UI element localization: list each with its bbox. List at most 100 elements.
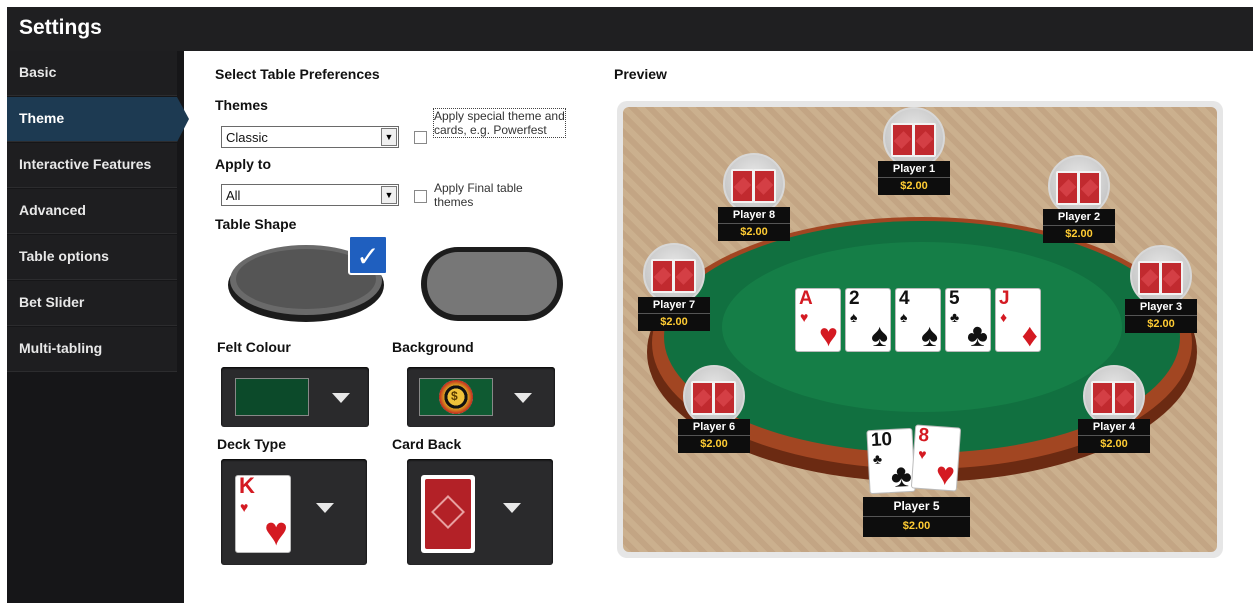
player-seat: Player 1 $2.00 (878, 107, 950, 207)
player-name: Player 7 (652, 299, 696, 311)
card-back-icon (1078, 171, 1101, 205)
player-seat: Player 2 $2.00 (1043, 155, 1115, 255)
final-table-checkbox[interactable] (414, 190, 427, 203)
player-seat: Player 6 $2.00 (678, 365, 750, 465)
player-stack: $2.00 (1125, 315, 1197, 332)
card-suit-small: ♥ (240, 499, 249, 515)
player-seat: Player 3 $2.00 (1125, 245, 1197, 345)
chevron-down-icon (332, 393, 350, 403)
card-suit-small: ♠ (850, 309, 858, 325)
preferences-heading: Select Table Preferences (215, 66, 380, 82)
card-back-icon (713, 381, 736, 415)
sidebar-item-interactive-features[interactable]: Interactive Features (7, 143, 177, 188)
sidebar-item-table-options[interactable]: Table options (7, 235, 177, 280)
card-rank: 10 (870, 428, 893, 452)
chevron-down-icon: ▼ (381, 186, 397, 204)
sidebar-item-theme[interactable]: Theme (7, 97, 189, 142)
table-preview: A ♥ ♥ 2 ♠ ♠ 4 ♠ ♠ 5 ♣ ♣ J ♦ ♦ 10 ♣ ♣ 8 ♥ ♥ Player 1 $2.00 Pla… (623, 107, 1217, 552)
card-suit-small: ♦ (1000, 309, 1008, 325)
card-suit-large: ♦ (1021, 317, 1038, 353)
board-card: 5 ♣ ♣ (945, 288, 991, 352)
chip-symbol: $ (451, 389, 458, 403)
sidebar-item-basic[interactable]: Basic (7, 51, 177, 96)
player-stack: $2.00 (863, 516, 970, 536)
card-back-icon (1160, 261, 1183, 295)
card-rank: 4 (899, 288, 910, 309)
card-suit-small: ♥ (800, 309, 809, 325)
player-stack: $2.00 (638, 313, 710, 330)
card-back-dropdown[interactable] (407, 459, 553, 565)
player-name: Player 3 (1139, 301, 1183, 313)
special-theme-checkbox[interactable] (414, 131, 427, 144)
table-preview-frame: A ♥ ♥ 2 ♠ ♠ 4 ♠ ♠ 5 ♣ ♣ J ♦ ♦ 10 ♣ ♣ 8 ♥ ♥ Player 1 $2.00 Pla… (617, 101, 1223, 558)
player-name: Player 1 (892, 163, 936, 175)
themes-label: Themes (215, 97, 268, 113)
card-suit-large: ♠ (871, 317, 888, 353)
player-plate: Player 1 $2.00 (878, 161, 950, 195)
card-back-icon (1138, 261, 1161, 295)
player-name: Player 6 (692, 421, 736, 433)
player-plate: Player 5 $2.00 (863, 497, 970, 537)
player-plate: Player 8 $2.00 (718, 207, 790, 241)
card-back-icon (673, 259, 696, 293)
card-back-icon (1113, 381, 1136, 415)
player-stack: $2.00 (718, 223, 790, 240)
player-plate: Player 4 $2.00 (1078, 419, 1150, 453)
board-card: 2 ♠ ♠ (845, 288, 891, 352)
player-stack: $2.00 (678, 435, 750, 452)
table-shape-rounded-option[interactable] (419, 241, 565, 325)
player-plate: Player 7 $2.00 (638, 297, 710, 331)
card-back-icon (891, 123, 914, 157)
felt-colour-dropdown[interactable] (221, 367, 369, 427)
player-seat: Player 8 $2.00 (718, 153, 790, 253)
card-rank: A (799, 288, 813, 309)
background-label: Background (392, 339, 474, 355)
card-suit-small: ♣ (872, 450, 883, 467)
card-suit-large: ♣ (967, 317, 988, 353)
card-rank: 5 (949, 288, 960, 309)
board-card: J ♦ ♦ (995, 288, 1041, 352)
player-plate: Player 2 $2.00 (1043, 209, 1115, 243)
window-title: Settings (7, 7, 1253, 51)
table-shape-label: Table Shape (215, 216, 297, 232)
player-stack: $2.00 (1043, 225, 1115, 242)
card-rank: 8 (917, 424, 930, 447)
background-dropdown[interactable]: $ (407, 367, 555, 427)
card-suit-small: ♠ (900, 309, 908, 325)
selected-check-icon: ✓ (348, 235, 388, 275)
player-stack: $2.00 (1078, 435, 1150, 452)
deck-type-dropdown[interactable]: K ♥ ♥ (221, 459, 367, 565)
apply-to-select-value: All (226, 188, 241, 203)
card-suit-large: ♥ (934, 455, 957, 493)
player-plate: Player 3 $2.00 (1125, 299, 1197, 333)
card-suit-large: ♥ (819, 317, 838, 353)
settings-window: Settings Basic Theme Interactive Feature… (0, 0, 1253, 603)
preview-heading: Preview (614, 66, 667, 82)
sidebar-item-bet-slider[interactable]: Bet Slider (7, 281, 177, 326)
themes-select-value: Classic (226, 130, 268, 145)
settings-content: Select Table Preferences Preview Themes … (184, 51, 1253, 603)
deck-preview-card: K ♥ ♥ (235, 475, 291, 553)
sidebar-item-multi-tabling[interactable]: Multi-tabling (7, 327, 177, 372)
board-card: A ♥ ♥ (795, 288, 841, 352)
felt-colour-swatch (235, 378, 309, 416)
player-plate: Player 6 $2.00 (678, 419, 750, 453)
themes-select[interactable]: Classic ▼ (221, 126, 399, 148)
chevron-down-icon (514, 393, 532, 403)
card-back-label: Card Back (392, 436, 462, 452)
final-table-label[interactable]: Apply Final table themes (434, 181, 549, 209)
table-shape-oval-option[interactable]: ✓ (226, 235, 388, 325)
card-rank: 2 (849, 288, 860, 309)
board-card: 4 ♠ ♠ (895, 288, 941, 352)
special-theme-label[interactable]: Apply special theme and cards, e.g. Powe… (433, 108, 566, 138)
card-back-icon (731, 169, 754, 203)
apply-to-select[interactable]: All ▼ (221, 184, 399, 206)
card-back-icon (753, 169, 776, 203)
chevron-down-icon: ▼ (381, 128, 397, 146)
hero-card: 10 ♣ ♣ (866, 427, 916, 495)
player-name: Player 2 (1057, 211, 1101, 223)
sidebar-item-advanced[interactable]: Advanced (7, 189, 177, 234)
hero-card: 8 ♥ ♥ (910, 424, 962, 493)
card-suit-small: ♥ (917, 445, 928, 463)
rounded-table-icon (421, 247, 563, 321)
